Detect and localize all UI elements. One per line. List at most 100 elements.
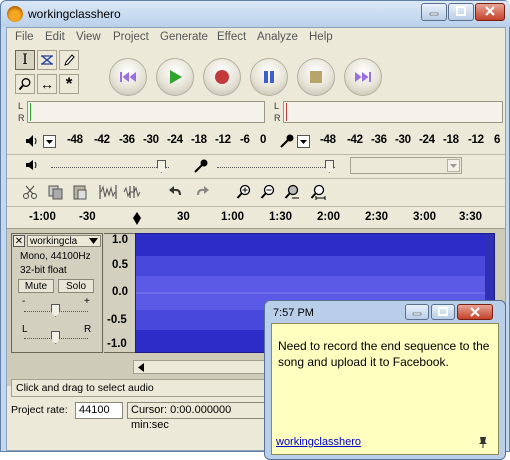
double-arrow-icon: ↔ [40, 76, 54, 92]
note-maximize-button[interactable] [431, 304, 455, 320]
note-author-link[interactable]: workingclasshero [276, 436, 361, 448]
pin-icon[interactable] [478, 436, 488, 448]
scale-label: -42 [94, 134, 110, 146]
envelope-tool-button[interactable] [37, 50, 57, 70]
menu-effect[interactable]: Effect [217, 31, 246, 43]
timeline-tick: -1:00 [29, 211, 56, 223]
gain-minus-label: - [22, 296, 26, 307]
playhead-marker-icon [133, 212, 141, 225]
multi-tool-button[interactable]: * [59, 74, 79, 94]
note-close-button[interactable] [457, 304, 493, 320]
skip-end-icon [355, 72, 371, 82]
record-button[interactable] [203, 58, 241, 96]
silence-icon [123, 186, 141, 198]
close-button[interactable] [475, 3, 505, 21]
ruler-label: 1.0 [112, 234, 128, 246]
input-volume-slider[interactable] [217, 167, 335, 168]
scale-label: -42 [347, 134, 363, 146]
fit-project-button[interactable] [307, 182, 329, 202]
play-button[interactable] [156, 58, 194, 96]
ruler-label: 0.0 [112, 286, 128, 298]
menu-analyze[interactable]: Analyze [257, 31, 298, 43]
timeline-tick: 2:30 [365, 211, 389, 223]
select-arrow-button[interactable] [447, 159, 460, 172]
input-source-select[interactable] [350, 157, 462, 174]
scale-label: -12 [468, 134, 484, 146]
track-name-menu[interactable]: workingcla [27, 235, 101, 247]
ruler-label: -1.0 [107, 338, 127, 350]
track-control-panel: ✕ workingcla Mono, 44100Hz 32-bit float … [11, 233, 103, 353]
redo-button[interactable] [191, 182, 213, 202]
record-meter-peak [286, 103, 287, 121]
play-icon [170, 70, 182, 84]
timeline-tick: 3:30 [459, 211, 483, 223]
mute-button[interactable]: Mute [18, 279, 54, 293]
menu-edit[interactable]: Edit [45, 31, 65, 43]
menu-project[interactable]: Project [113, 31, 149, 43]
menu-generate[interactable]: Generate [160, 31, 208, 43]
trim-button[interactable] [97, 182, 119, 202]
zoom-tool-button[interactable] [15, 74, 35, 94]
track-name: workingcla [30, 236, 78, 247]
menu-help[interactable]: Help [309, 31, 333, 43]
play-meter-dropdown[interactable] [43, 135, 56, 148]
pan-right-label: R [84, 324, 92, 335]
magnifier-icon [18, 78, 31, 91]
minimize-icon [412, 312, 422, 316]
note-time: 7:57 PM [273, 307, 314, 319]
stop-button[interactable] [297, 58, 335, 96]
scale-label: -24 [419, 134, 435, 146]
silence-button[interactable] [121, 182, 143, 202]
menu-file[interactable]: File [15, 31, 34, 43]
timeshift-tool-button[interactable]: ↔ [37, 74, 57, 94]
track-bit-depth: 32-bit float [20, 265, 67, 276]
title-bar[interactable]: workingclasshero [1, 1, 510, 27]
maximize-icon [438, 307, 448, 316]
output-volume-slider[interactable] [51, 167, 169, 168]
maximize-button[interactable] [448, 3, 474, 21]
zoom-out-button[interactable] [257, 182, 279, 202]
record-meter[interactable] [283, 101, 503, 123]
note-minimize-button[interactable] [405, 304, 429, 320]
skip-to-end-button[interactable] [344, 58, 382, 96]
gain-plus-label: + [84, 296, 90, 307]
draw-tool-button[interactable] [59, 50, 79, 70]
tools-toolbar: I ↔ * [15, 50, 89, 98]
copy-button[interactable] [45, 182, 67, 202]
scale-label: -30 [395, 134, 411, 146]
pause-button[interactable] [250, 58, 288, 96]
timeline-tick: 1:00 [221, 211, 245, 223]
scale-label: -30 [143, 134, 159, 146]
timeline-ruler[interactable]: -1:00 -30 30 1:00 1:30 2:00 2:30 3:00 3:… [7, 206, 505, 228]
trim-icon [99, 185, 117, 199]
sticky-note-window[interactable]: 7:57 PM Need to record the end sequence … [264, 300, 506, 460]
undo-button[interactable] [165, 182, 187, 202]
project-rate-field[interactable]: 44100 [75, 402, 123, 419]
scale-label: -18 [443, 134, 459, 146]
zoom-in-button[interactable] [233, 182, 255, 202]
menu-view[interactable]: View [76, 31, 101, 43]
fit-selection-button[interactable] [281, 182, 303, 202]
play-meter[interactable] [27, 101, 265, 123]
selection-tool-button[interactable]: I [15, 50, 35, 70]
minimize-button[interactable] [421, 3, 447, 21]
note-text[interactable]: Need to record the end sequence to the s… [278, 338, 500, 370]
timeline-tick: 1:30 [269, 211, 293, 223]
skip-to-start-button[interactable] [109, 58, 147, 96]
input-volume-thumb[interactable] [325, 160, 334, 173]
track-close-button[interactable]: ✕ [13, 235, 25, 247]
record-icon [215, 70, 229, 84]
meter-toolbar: L R L R [9, 100, 505, 130]
track-pan-thumb[interactable] [51, 331, 60, 344]
track-gain-thumb[interactable] [51, 304, 60, 317]
cut-button[interactable] [19, 182, 41, 202]
mixer-toolbar [7, 154, 505, 176]
output-volume-thumb[interactable] [157, 160, 166, 173]
ibeam-icon: I [22, 52, 28, 68]
scale-label: -12 [215, 134, 231, 146]
note-body[interactable]: Need to record the end sequence to the s… [271, 323, 499, 455]
timeline-tick: -30 [79, 211, 96, 223]
solo-button[interactable]: Solo [58, 279, 94, 293]
record-meter-dropdown[interactable] [297, 135, 310, 148]
paste-button[interactable] [69, 182, 91, 202]
